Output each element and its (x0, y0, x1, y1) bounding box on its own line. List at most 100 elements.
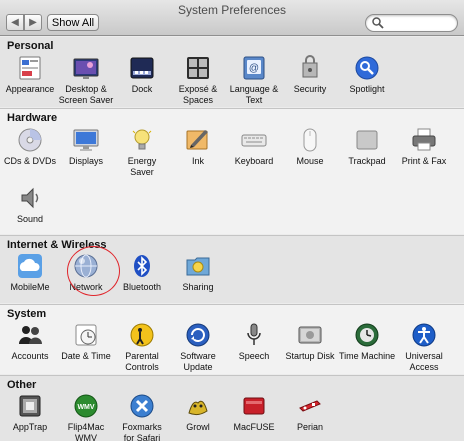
time-machine-icon (355, 323, 379, 347)
flip4mac-icon: WMV (74, 394, 98, 418)
search-field[interactable] (365, 14, 458, 32)
growl-icon (188, 400, 208, 416)
pane-label: AppTrap (12, 422, 48, 432)
pane-flip4mac[interactable]: WMV Flip4Mac WMV (58, 393, 114, 441)
pane-label: Flip4Mac WMV (67, 422, 105, 441)
section-personal: Personal Appearance Desktop & Screen Sav… (0, 37, 464, 107)
pane-mouse[interactable]: Mouse (282, 127, 338, 193)
pane-label: Dock (131, 84, 153, 94)
expose-spaces-icon (187, 57, 209, 79)
spotlight-icon (355, 56, 379, 80)
mouse-icon (303, 128, 317, 152)
pane-macfuse[interactable]: MacFUSE (226, 393, 282, 441)
pane-label: Startup Disk (285, 351, 335, 361)
back-button[interactable]: ◀ (6, 14, 24, 31)
ink-icon (186, 130, 208, 150)
pane-label: Sound (16, 214, 44, 224)
pane-label: Growl (186, 422, 210, 432)
cd-dvd-icon (18, 128, 42, 152)
energy-saver-icon (132, 129, 152, 150)
search-input[interactable] (386, 16, 452, 30)
search-icon (372, 17, 384, 29)
pane-label: Accounts (11, 351, 49, 361)
pane-label: Software Update (180, 351, 216, 372)
pane-label: Perian (296, 422, 323, 432)
pane-displays[interactable]: Displays (58, 127, 114, 193)
pane-label: Keyboard (234, 156, 274, 166)
pane-keyboard[interactable]: Keyboard (226, 127, 282, 193)
trackpad-icon (356, 130, 378, 150)
dock-icon (130, 57, 154, 79)
svg-text:WMV: WMV (77, 404, 94, 411)
keyboard-icon (241, 134, 267, 147)
pane-label: Spotlight (349, 84, 385, 94)
pane-label: Time Machine (339, 351, 396, 361)
pane-label: Universal Access (405, 351, 443, 372)
pane-perian[interactable]: Perian (282, 393, 338, 441)
section-title: Hardware (7, 112, 58, 124)
mobileme-icon (18, 254, 42, 278)
section-title: Other (7, 379, 37, 391)
pane-label: Parental Controls (125, 351, 159, 372)
software-update-icon (186, 323, 210, 347)
pane-label: Speech (238, 351, 270, 361)
forward-arrow-icon: ▶ (29, 17, 37, 28)
universal-access-icon (412, 323, 436, 347)
sharing-icon (186, 257, 210, 276)
pane-label: MobileMe (10, 282, 50, 292)
section-other: Other AppTrap WMV Flip4Mac WMV Foxmarks … (0, 375, 464, 441)
pane-label: Energy Saver (127, 156, 157, 177)
startup-disk-icon (298, 326, 322, 344)
section-system: System Accounts Date & Time Parental Con… (0, 304, 464, 374)
section-title: System (7, 308, 47, 320)
pane-label: Desktop & Screen Saver (58, 84, 114, 105)
pane-label: Mouse (296, 156, 324, 166)
show-all-button[interactable]: Show All (47, 14, 99, 31)
network-highlight-ring (67, 246, 120, 296)
pane-print-fax[interactable]: Print & Fax (396, 127, 452, 193)
section-title: Personal (7, 40, 54, 52)
security-icon (302, 55, 318, 78)
printer-icon (412, 128, 436, 151)
forward-button[interactable]: ▶ (24, 14, 42, 31)
pane-energy-saver[interactable]: Energy Saver (114, 127, 170, 193)
svg-text:@: @ (249, 63, 259, 74)
displays-icon (73, 129, 99, 151)
pane-label: Displays (68, 156, 103, 166)
pane-label: Exposé & Spaces (178, 84, 218, 105)
date-time-icon (75, 324, 97, 346)
speech-icon (247, 323, 261, 345)
pane-growl[interactable]: Growl (170, 393, 226, 441)
back-arrow-icon: ◀ (11, 17, 19, 28)
macfuse-icon (243, 397, 265, 415)
pane-trackpad[interactable]: Trackpad (339, 127, 395, 193)
bluetooth-icon (134, 255, 150, 277)
pane-label: Bluetooth (122, 282, 162, 292)
parental-controls-icon (130, 323, 154, 347)
apptrap-icon (19, 395, 41, 417)
section-hardware: Hardware CDs & DVDs Displays Energy Save… (0, 108, 464, 234)
pane-cds-dvds[interactable]: CDs & DVDs (2, 127, 58, 193)
pane-label: Foxmarks for Safari (122, 422, 162, 441)
pane-label: Trackpad (348, 156, 386, 166)
pane-label: Language & Text (229, 84, 279, 105)
pane-label: Ink (191, 156, 204, 166)
foxmarks-icon (130, 394, 154, 418)
pane-label: Sharing (182, 282, 214, 292)
pane-label: Appearance (5, 84, 55, 94)
perian-icon (299, 400, 321, 412)
pane-apptrap[interactable]: AppTrap (2, 393, 58, 441)
window-toolbar: System Preferences ◀ ▶ Show All (0, 0, 464, 36)
pane-label: MacFUSE (233, 422, 275, 432)
section-internet-wireless: Internet & Wireless MobileMe Network Blu… (0, 235, 464, 303)
accounts-icon (19, 326, 42, 344)
sound-icon (21, 187, 39, 209)
language-text-icon: @ (243, 56, 265, 80)
desktop-screensaver-icon (73, 58, 99, 79)
pane-label: Print & Fax (401, 156, 447, 166)
pane-label: Date & Time (61, 351, 111, 361)
pane-foxmarks[interactable]: Foxmarks for Safari (114, 393, 170, 441)
pane-label: CDs & DVDs (3, 156, 56, 166)
pane-label: Security (293, 84, 327, 94)
pane-ink[interactable]: Ink (170, 127, 226, 193)
